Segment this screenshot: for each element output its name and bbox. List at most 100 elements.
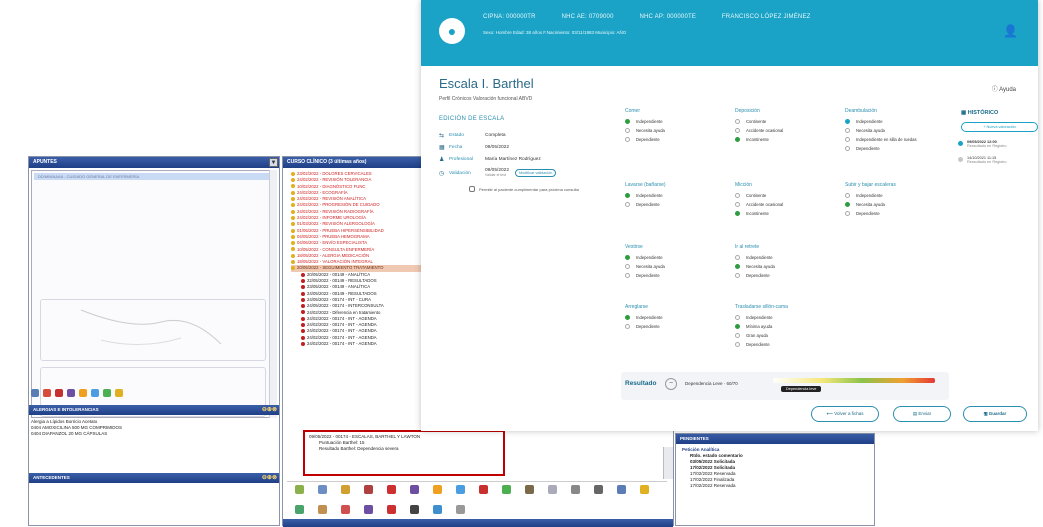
barthel-option[interactable]: Independiente [735,315,835,320]
radio-icon[interactable] [625,264,630,269]
exit-icon[interactable] [594,485,603,494]
radio-icon[interactable] [625,273,630,278]
drop-icon[interactable] [387,504,396,514]
radio-icon[interactable] [735,342,740,347]
radio-icon[interactable] [625,119,630,124]
heart-icon[interactable] [410,485,419,494]
alert-icon[interactable] [479,485,488,494]
note-icon[interactable] [617,485,626,494]
radio-icon[interactable] [845,202,850,207]
barthel-option[interactable]: Accidente ocasional [735,202,835,207]
radio-icon[interactable] [845,137,850,142]
folder-icon[interactable] [341,485,350,494]
grid-icon[interactable] [548,485,557,494]
pencil-icon[interactable] [318,485,327,494]
notes-scrollbar[interactable] [269,170,277,418]
more-icon[interactable] [456,504,465,514]
radio-icon[interactable] [735,255,740,260]
barthel-option[interactable]: Continente [735,119,835,124]
monitor-icon[interactable] [456,485,465,494]
radio-icon[interactable] [845,128,850,133]
tool-icon[interactable] [525,485,534,494]
leaf-icon[interactable] [502,485,511,494]
filter-icon[interactable]: ▼ [269,158,278,167]
barthel-option[interactable]: Dependiente [625,202,725,207]
alert-icon[interactable] [55,389,63,397]
section-controls-icon[interactable]: ⊖⊕⊗ [262,406,277,413]
barthel-option[interactable]: Independiente [625,193,725,198]
barthel-option[interactable]: Incontinente [735,137,835,142]
radio-icon[interactable] [735,119,740,124]
barthel-highlight-box[interactable]: 09/05/2022 - 00174 - ESCALAS, BARTHEL Y … [303,430,505,476]
barthel-option[interactable]: Dependiente [735,342,835,347]
barthel-option[interactable]: Dependiente [625,273,725,278]
barthel-option[interactable]: Necesita ayuda [845,128,945,133]
window-icon[interactable] [91,389,99,397]
help-button[interactable]: ⓘ Ayuda [992,84,1016,93]
barthel-option[interactable]: Necesita ayuda [845,202,945,207]
barthel-option[interactable]: Necesita ayuda [625,128,725,133]
barthel-option[interactable]: Independiente [735,255,835,260]
wrench-icon[interactable] [433,485,442,494]
grid-icon[interactable] [103,389,111,397]
radio-icon[interactable] [735,273,740,278]
barthel-option[interactable]: Dependiente [625,137,725,142]
radio-icon[interactable] [735,137,740,142]
barthel-option[interactable]: Incontinente [735,211,835,216]
send-button[interactable]: ▤ Enviar [893,406,951,422]
barthel-option[interactable]: Necesita ayuda [735,264,835,269]
barthel-option[interactable]: Gran ayuda [735,333,835,338]
radio-icon[interactable] [735,264,740,269]
scale-icon[interactable] [410,504,419,514]
syringe-icon[interactable] [295,504,304,514]
modify-validation-button[interactable]: Modificar validación [515,169,557,177]
barthel-option[interactable]: Independiente [625,315,725,320]
radio-icon[interactable] [625,128,630,133]
radio-icon[interactable] [845,146,850,151]
radio-icon[interactable] [735,202,740,207]
barthel-option[interactable]: Independiente [845,119,945,124]
new-evaluation-button[interactable]: + Nueva valoración [961,122,1038,132]
radio-icon[interactable] [735,193,740,198]
pin-icon[interactable] [364,485,373,494]
pencil-icon[interactable] [115,389,123,397]
notes-selected-item[interactable]: DD/MM/AAAA - CUIDADO GENERAL DE ENFERMER… [34,173,272,180]
radio-icon[interactable] [625,315,630,320]
radio-icon[interactable] [625,255,630,260]
radio-icon[interactable] [625,137,630,142]
radio-icon[interactable] [845,119,850,124]
barthel-option[interactable]: Independiente en silla de ruedas [845,137,945,142]
course-scrollbar[interactable] [663,447,673,479]
user-icon[interactable]: 👤 [1003,24,1018,38]
document-icon[interactable] [31,389,39,397]
barthel-option[interactable]: Independiente [625,119,725,124]
back-button[interactable]: ⟵ Volver a fichas [811,406,879,422]
radio-icon[interactable] [625,202,630,207]
radio-icon[interactable] [625,193,630,198]
radio-icon[interactable] [735,315,740,320]
barthel-option[interactable]: Independiente [845,193,945,198]
barthel-option[interactable]: Continente [735,193,835,198]
pencil-icon[interactable] [640,485,649,494]
barthel-option[interactable]: Dependiente [845,211,945,216]
info-icon[interactable] [571,485,580,494]
save-button[interactable]: 🖫 Guardar [963,406,1027,422]
wrench-icon[interactable] [79,389,87,397]
checkbox-box[interactable] [469,186,475,192]
bottle-icon[interactable] [318,504,327,514]
barthel-option[interactable]: Independiente [625,255,725,260]
heart-icon[interactable] [364,504,373,514]
pin-icon[interactable] [43,389,51,397]
barthel-option[interactable]: Dependiente [735,273,835,278]
radio-icon[interactable] [625,324,630,329]
drop-icon[interactable] [387,485,396,494]
radio-icon[interactable] [735,128,740,133]
blood-icon[interactable] [341,504,350,514]
collapse-icon[interactable]: − [665,378,677,390]
radio-icon[interactable] [845,211,850,216]
radio-icon[interactable] [735,211,740,216]
barthel-option[interactable]: Dependiente [845,146,945,151]
allow-patient-checkbox[interactable]: Permitir al paciente cumplimentar para p… [439,186,614,192]
history-item[interactable]: 09/05/2022 12:00 Ressultado en Registro [958,140,1038,148]
barthel-option[interactable]: Accidente ocasional [735,128,835,133]
